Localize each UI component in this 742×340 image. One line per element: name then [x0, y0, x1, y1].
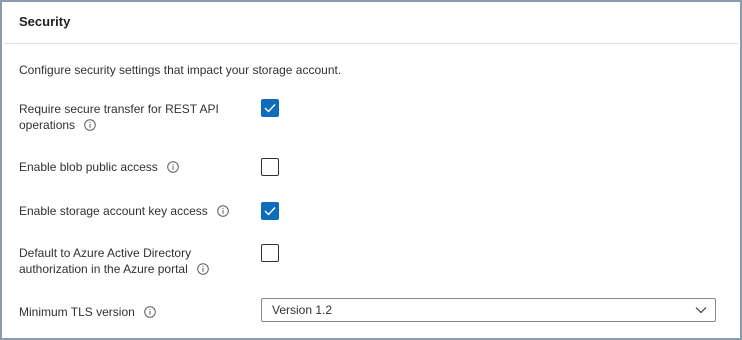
secure-transfer-checkbox[interactable] — [261, 99, 279, 117]
secure-transfer-label-line2: operations — [19, 118, 76, 132]
aad-default-label: Default to Azure Active Directory author… — [19, 245, 209, 277]
security-panel: Security Configure security settings tha… — [0, 0, 742, 340]
aad-default-label-line2: authorization in the Azure portal — [19, 262, 188, 276]
key-access-label: Enable storage account key access — [19, 203, 229, 219]
aad-default-label-line1: Default to Azure Active Directory — [19, 246, 192, 260]
checkmark-icon — [264, 104, 276, 113]
blob-public-access-checkbox[interactable] — [261, 158, 279, 176]
info-icon[interactable] — [144, 306, 156, 318]
info-icon[interactable] — [167, 161, 179, 173]
info-icon[interactable] — [84, 119, 97, 131]
section-description: Configure security settings that impact … — [19, 63, 342, 77]
blob-public-access-label: Enable blob public access — [19, 159, 179, 175]
key-access-label-text: Enable storage account key access — [19, 204, 208, 218]
section-title: Security — [19, 14, 71, 29]
secure-transfer-label-line1: Require secure transfer for REST API — [19, 102, 219, 116]
tls-version-selected: Version 1.2 — [272, 303, 333, 317]
info-icon[interactable] — [197, 263, 209, 275]
tls-version-dropdown[interactable]: Version 1.2 — [261, 298, 716, 322]
tls-version-label: Minimum TLS version — [19, 304, 156, 320]
aad-default-checkbox[interactable] — [261, 244, 279, 262]
blob-public-access-label-text: Enable blob public access — [19, 160, 158, 174]
checkmark-icon — [264, 207, 276, 216]
key-access-checkbox[interactable] — [261, 202, 279, 220]
divider — [4, 43, 738, 44]
tls-version-label-text: Minimum TLS version — [19, 305, 135, 319]
info-icon[interactable] — [217, 205, 229, 217]
secure-transfer-label: Require secure transfer for REST API ope… — [19, 101, 219, 133]
chevron-down-icon — [695, 306, 707, 314]
